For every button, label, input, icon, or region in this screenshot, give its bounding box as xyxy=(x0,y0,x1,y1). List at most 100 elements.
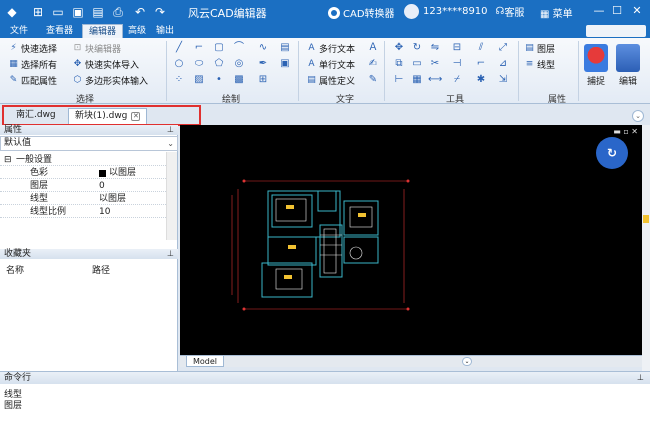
text-style-icon[interactable]: Ａ xyxy=(366,42,380,54)
tab-editor[interactable]: 编辑器 xyxy=(82,24,124,38)
point-icon[interactable]: ⁘ xyxy=(172,74,186,86)
mirror-icon[interactable]: ⇋ xyxy=(428,42,442,54)
properties-header: 属性 ⊥ xyxy=(0,125,178,135)
measure-icon[interactable]: ⊢ xyxy=(392,74,406,86)
ribbon-tab-bar: 文件 查看器 编辑器 高级 输出 xyxy=(0,24,650,38)
dot-icon[interactable]: • xyxy=(212,74,226,86)
pin-icon[interactable]: ⊥ xyxy=(637,372,644,384)
scale-icon[interactable]: ⤢ xyxy=(496,42,510,54)
favorites-path-column[interactable]: 路径 xyxy=(92,263,110,276)
close-icon[interactable]: ✕ xyxy=(630,4,644,18)
fillet-icon[interactable]: ⌐ xyxy=(474,58,488,70)
rectangle-icon[interactable]: ▢ xyxy=(212,42,226,54)
tab-file[interactable]: 文件 xyxy=(4,24,34,38)
avatar[interactable] xyxy=(404,4,419,19)
attribute-definition-button[interactable]: ▤ 属性定义 xyxy=(306,74,355,87)
layout-dropdown-icon[interactable]: ⌄ xyxy=(462,357,472,366)
ring-icon[interactable]: ◎ xyxy=(232,58,246,70)
doc-tab-new-block[interactable]: 新块(1).dwg ✕ xyxy=(68,108,148,124)
explode-icon[interactable]: ✱ xyxy=(474,74,488,86)
pin-icon[interactable]: ⊥ xyxy=(167,125,174,135)
table-icon[interactable]: ⊞ xyxy=(256,74,270,86)
redo-icon[interactable]: ↷ xyxy=(152,4,168,20)
area-icon[interactable]: ▦ xyxy=(410,74,424,86)
block-editor-button[interactable]: ⊡ 块编辑器 xyxy=(72,42,121,55)
circle-icon[interactable]: ○ xyxy=(172,58,186,70)
minimize-icon[interactable]: — xyxy=(592,4,606,18)
pin-icon[interactable]: ⊥ xyxy=(167,249,174,259)
polygon-icon[interactable]: ⬠ xyxy=(212,58,226,70)
text-edit-icon[interactable]: ✍ xyxy=(366,58,380,70)
array-icon[interactable]: ▭ xyxy=(410,58,424,70)
match-properties-button[interactable]: ✎ 匹配属性 xyxy=(8,74,57,87)
break-icon[interactable]: ⌿ xyxy=(450,74,464,86)
hatch-icon[interactable]: ▤ xyxy=(278,42,292,54)
favorites-header: 收藏夹 ⊥ xyxy=(0,249,178,259)
tab-viewer[interactable]: 查看器 xyxy=(40,24,79,38)
scroll-thumb[interactable] xyxy=(643,215,649,223)
extend-icon[interactable]: ⊣ xyxy=(450,58,464,70)
single-line-text-button[interactable]: A 单行文本 xyxy=(306,58,355,71)
offset-icon[interactable]: ⫽ xyxy=(474,42,488,54)
multiline-text-button[interactable]: A 多行文本 xyxy=(306,42,355,55)
close-tab-icon[interactable]: ✕ xyxy=(131,112,141,121)
linetype-icon: ≡ xyxy=(525,59,534,69)
tabs-dropdown-icon[interactable]: ⌄ xyxy=(632,110,644,122)
save-icon[interactable]: ▣ xyxy=(70,4,86,20)
service-label[interactable]: 客服 xyxy=(504,4,524,19)
prop-row-linetype-scale[interactable]: 线型比例 10 xyxy=(0,206,166,218)
trim-icon[interactable]: ✂ xyxy=(428,58,442,70)
prop-row-color[interactable]: 色彩 以图层 xyxy=(0,167,166,179)
command-header: 命令行 ⊥ xyxy=(0,372,650,384)
prop-row-linetype[interactable]: 线型 以图层 xyxy=(0,193,166,205)
align-icon[interactable]: ⊟ xyxy=(450,42,464,54)
ellipse-icon[interactable]: ⬭ xyxy=(192,58,206,70)
cad-converter-button[interactable]: CAD转换器 xyxy=(328,5,395,20)
doc-tab-nanhui[interactable]: 南汇.dwg xyxy=(10,108,62,124)
arc-icon[interactable]: ⌒ xyxy=(232,42,246,54)
favorites-name-column[interactable]: 名称 xyxy=(6,263,24,276)
select-all-button[interactable]: ▦ 选择所有 xyxy=(8,58,57,71)
drawing-canvas[interactable]: ▬ ▫ ✕ ↻ xyxy=(180,125,642,355)
user-area[interactable]: 123****8910 ☊ 客服 xyxy=(404,4,524,19)
tab-advanced[interactable]: 高级 xyxy=(122,24,152,38)
properties-dropdown[interactable]: 默认值 ⌄ xyxy=(0,136,178,151)
quick-entity-import-button[interactable]: ✥ 快速实体导入 xyxy=(72,58,139,71)
canvas-vertical-scrollbar[interactable] xyxy=(642,125,650,371)
line-icon[interactable]: ╱ xyxy=(172,42,186,54)
copy-icon[interactable]: ⧉ xyxy=(392,58,406,70)
maximize-icon[interactable]: ☐ xyxy=(610,4,624,18)
new-file-icon[interactable]: ⊞ xyxy=(30,4,46,20)
undo-icon[interactable]: ↶ xyxy=(132,4,148,20)
chamfer-icon[interactable]: ⊿ xyxy=(496,58,510,70)
dimension-icon[interactable]: ⟷ xyxy=(428,74,442,86)
collapse-icon[interactable]: ⊟ xyxy=(4,154,12,166)
converter-icon xyxy=(328,6,340,19)
gradient-icon[interactable]: ▨ xyxy=(192,74,206,86)
polyline-icon[interactable]: ⌐ xyxy=(192,42,206,54)
pen-icon[interactable]: ✒ xyxy=(256,58,270,70)
capture-button[interactable]: 捕捉 xyxy=(582,42,610,98)
save-as-icon[interactable]: ▤ xyxy=(90,4,106,20)
prop-row-layer[interactable]: 图层 0 xyxy=(0,180,166,192)
model-tab[interactable]: Model xyxy=(186,356,225,367)
layer-button[interactable]: ▤ 图层 xyxy=(524,42,555,55)
quick-access-area[interactable] xyxy=(586,25,646,37)
quick-select-button[interactable]: ⚡ 快速选择 xyxy=(8,42,57,55)
move-icon[interactable]: ✥ xyxy=(392,42,406,54)
open-folder-icon[interactable]: ▭ xyxy=(50,4,66,20)
spline-icon[interactable]: ∿ xyxy=(256,42,270,54)
text-find-icon[interactable]: ✎ xyxy=(366,74,380,86)
region-icon[interactable]: ▣ xyxy=(278,58,292,70)
tab-output[interactable]: 输出 xyxy=(150,24,180,38)
menu-button[interactable]: ▦ 菜单 xyxy=(540,5,573,20)
rotate-icon[interactable]: ↻ xyxy=(410,42,424,54)
block-icon[interactable]: ▩ xyxy=(232,74,246,86)
edit-button[interactable]: 编辑 xyxy=(614,42,642,98)
print-icon[interactable]: ⎙ xyxy=(110,4,126,20)
properties-section[interactable]: ⊟ 一般设置 xyxy=(0,154,166,166)
linetype-button[interactable]: ≡ 线型 xyxy=(524,58,555,71)
polygon-entity-input-button[interactable]: ⬡ 多边形实体输入 xyxy=(72,74,148,87)
properties-scrollbar[interactable] xyxy=(166,152,177,240)
stretch-icon[interactable]: ⇲ xyxy=(496,74,510,86)
